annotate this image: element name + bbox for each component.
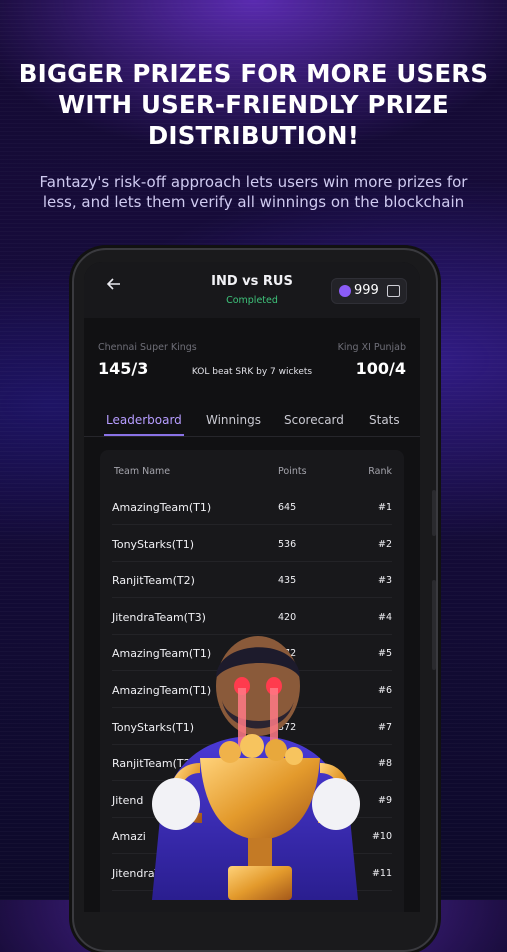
phone-side-button	[432, 490, 436, 536]
scoreboard: Chennai Super Kings 145/3 KOL beat SRK b…	[84, 332, 420, 394]
rank-cell: #7	[377, 721, 392, 733]
coin-balance[interactable]: 999	[331, 278, 407, 304]
column-header-points: Points	[278, 466, 307, 477]
match-header: IND vs RUS Completed 999	[84, 262, 420, 318]
tab-leaderboard[interactable]: Leaderboard	[106, 413, 182, 427]
coin-value: 999	[354, 283, 379, 298]
rank-cell: #4	[377, 611, 392, 623]
team-a-name: Chennai Super Kings	[98, 342, 197, 353]
tab-winnings[interactable]: Winnings	[206, 413, 261, 427]
promo-headline: BIGGER PRIZES FOR MORE USERS WITH USER-F…	[0, 58, 507, 151]
headline-line: BIGGER PRIZES FOR MORE USERS	[18, 59, 489, 88]
team-name-cell: JitendraTeam(T3)	[112, 610, 206, 624]
wallet-icon[interactable]	[387, 285, 400, 297]
table-row[interactable]: TonyStarks(T1) 536 #2	[112, 525, 392, 562]
headline-line: WITH USER-FRIENDLY PRIZE	[58, 90, 449, 119]
rank-cell: #6	[377, 685, 392, 696]
team-name-cell: TonyStarks(T1)	[112, 537, 195, 551]
subline-line: less, and lets them verify all winnings …	[42, 193, 465, 211]
points-cell: 420	[278, 611, 297, 623]
rank-cell: #11	[371, 868, 392, 879]
table-row[interactable]: RanjitTeam(T2) 435 #3	[112, 561, 392, 599]
rank-cell: #9	[377, 794, 392, 806]
phone-side-button	[432, 580, 436, 670]
team-name-cell: Jitend	[112, 793, 144, 807]
team-name-cell: RanjitTeam(T2)	[112, 574, 195, 588]
rank-cell: #5	[377, 648, 392, 660]
tab-stats[interactable]: Stats	[369, 413, 400, 427]
tab-bar: Leaderboard Winnings Scorecard Stats	[84, 407, 420, 436]
column-header-rank: Rank	[368, 466, 392, 477]
points-cell: 536	[278, 538, 297, 550]
team-b-name: King XI Punjab	[337, 342, 406, 353]
column-header-team: Team Name	[114, 466, 171, 477]
rank-cell: #10	[371, 831, 392, 843]
tabs-divider	[84, 436, 420, 437]
table-row[interactable]: AmazingTeam(T1) 645 #1	[112, 488, 392, 525]
points-cell: 645	[278, 502, 297, 513]
promo-subline: Fantazy's risk-off approach lets users w…	[0, 172, 507, 212]
points-cell: 435	[278, 575, 297, 587]
rank-cell: #8	[377, 758, 392, 770]
team-name-cell: AmazingTeam(T1)	[112, 501, 212, 514]
coin-icon	[339, 285, 351, 297]
rank-cell: #2	[377, 538, 392, 550]
rank-cell: #3	[377, 575, 392, 587]
subline-line: Fantazy's risk-off approach lets users w…	[39, 173, 468, 191]
team-b-score: 100/4	[355, 359, 406, 378]
tab-scorecard[interactable]: Scorecard	[284, 413, 344, 427]
headline-line: DISTRIBUTION!	[147, 121, 360, 150]
trophy-mascot-illustration	[152, 636, 360, 900]
rank-cell: #1	[377, 502, 392, 513]
